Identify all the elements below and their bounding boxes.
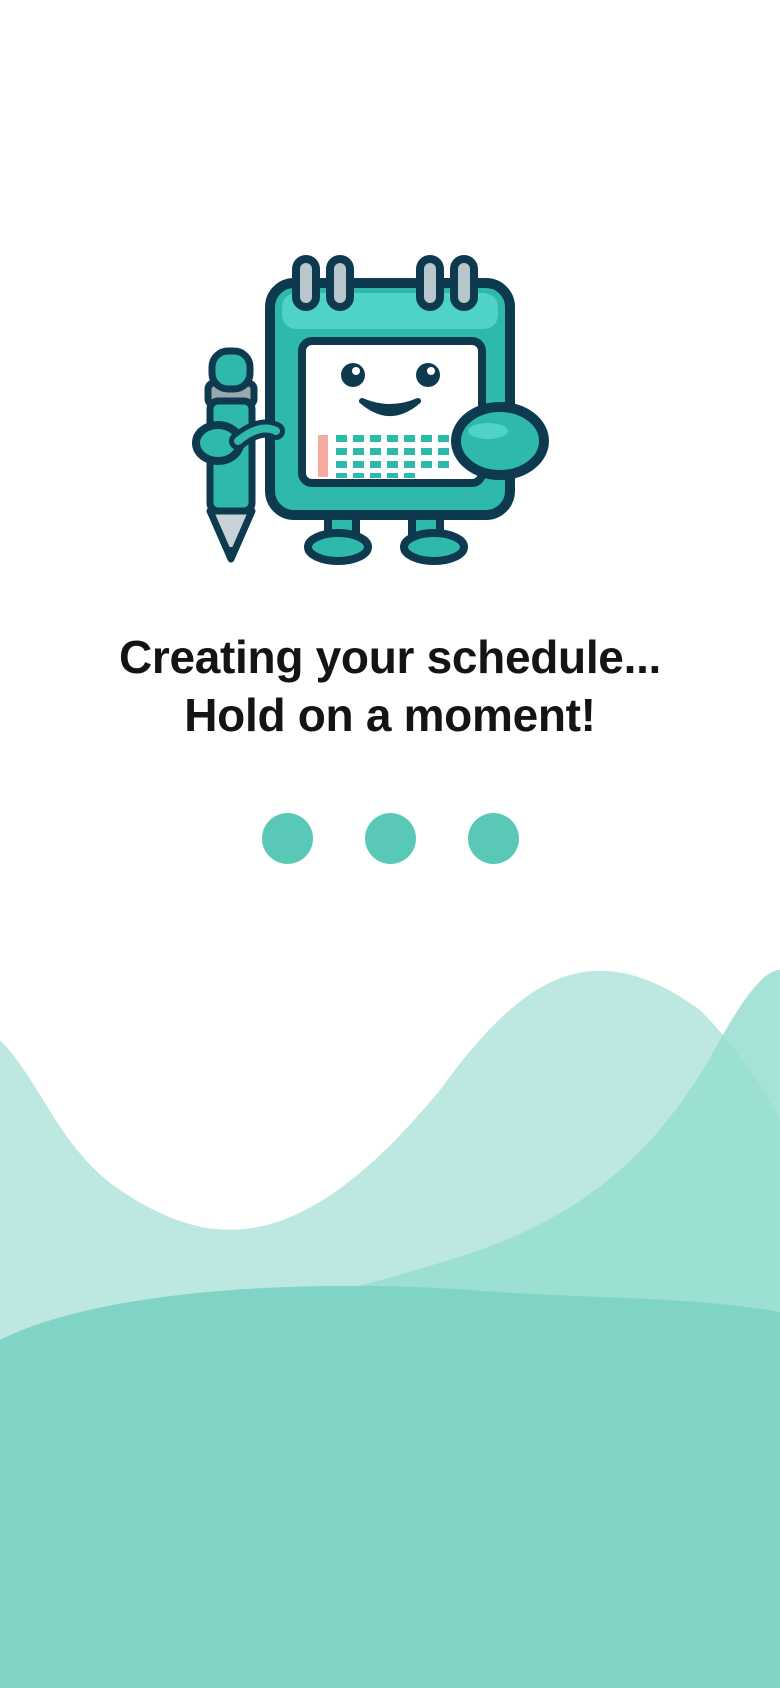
mascot-right-hand	[451, 402, 549, 480]
loading-dot	[364, 813, 416, 864]
wave-front	[0, 1285, 780, 1688]
loading-message-line-2: Hold on a moment!	[184, 689, 596, 741]
loading-screen: Creating your schedule... Hold on a mome…	[0, 0, 780, 1688]
loading-message: Creating your schedule... Hold on a mome…	[0, 628, 780, 744]
loading-dot	[467, 813, 519, 864]
loading-indicator	[0, 813, 780, 865]
background-waves	[0, 970, 780, 1688]
loading-dot	[261, 813, 313, 864]
loading-message-line-1: Creating your schedule...	[118, 631, 662, 683]
calendar-mascot-illustration	[192, 255, 549, 565]
